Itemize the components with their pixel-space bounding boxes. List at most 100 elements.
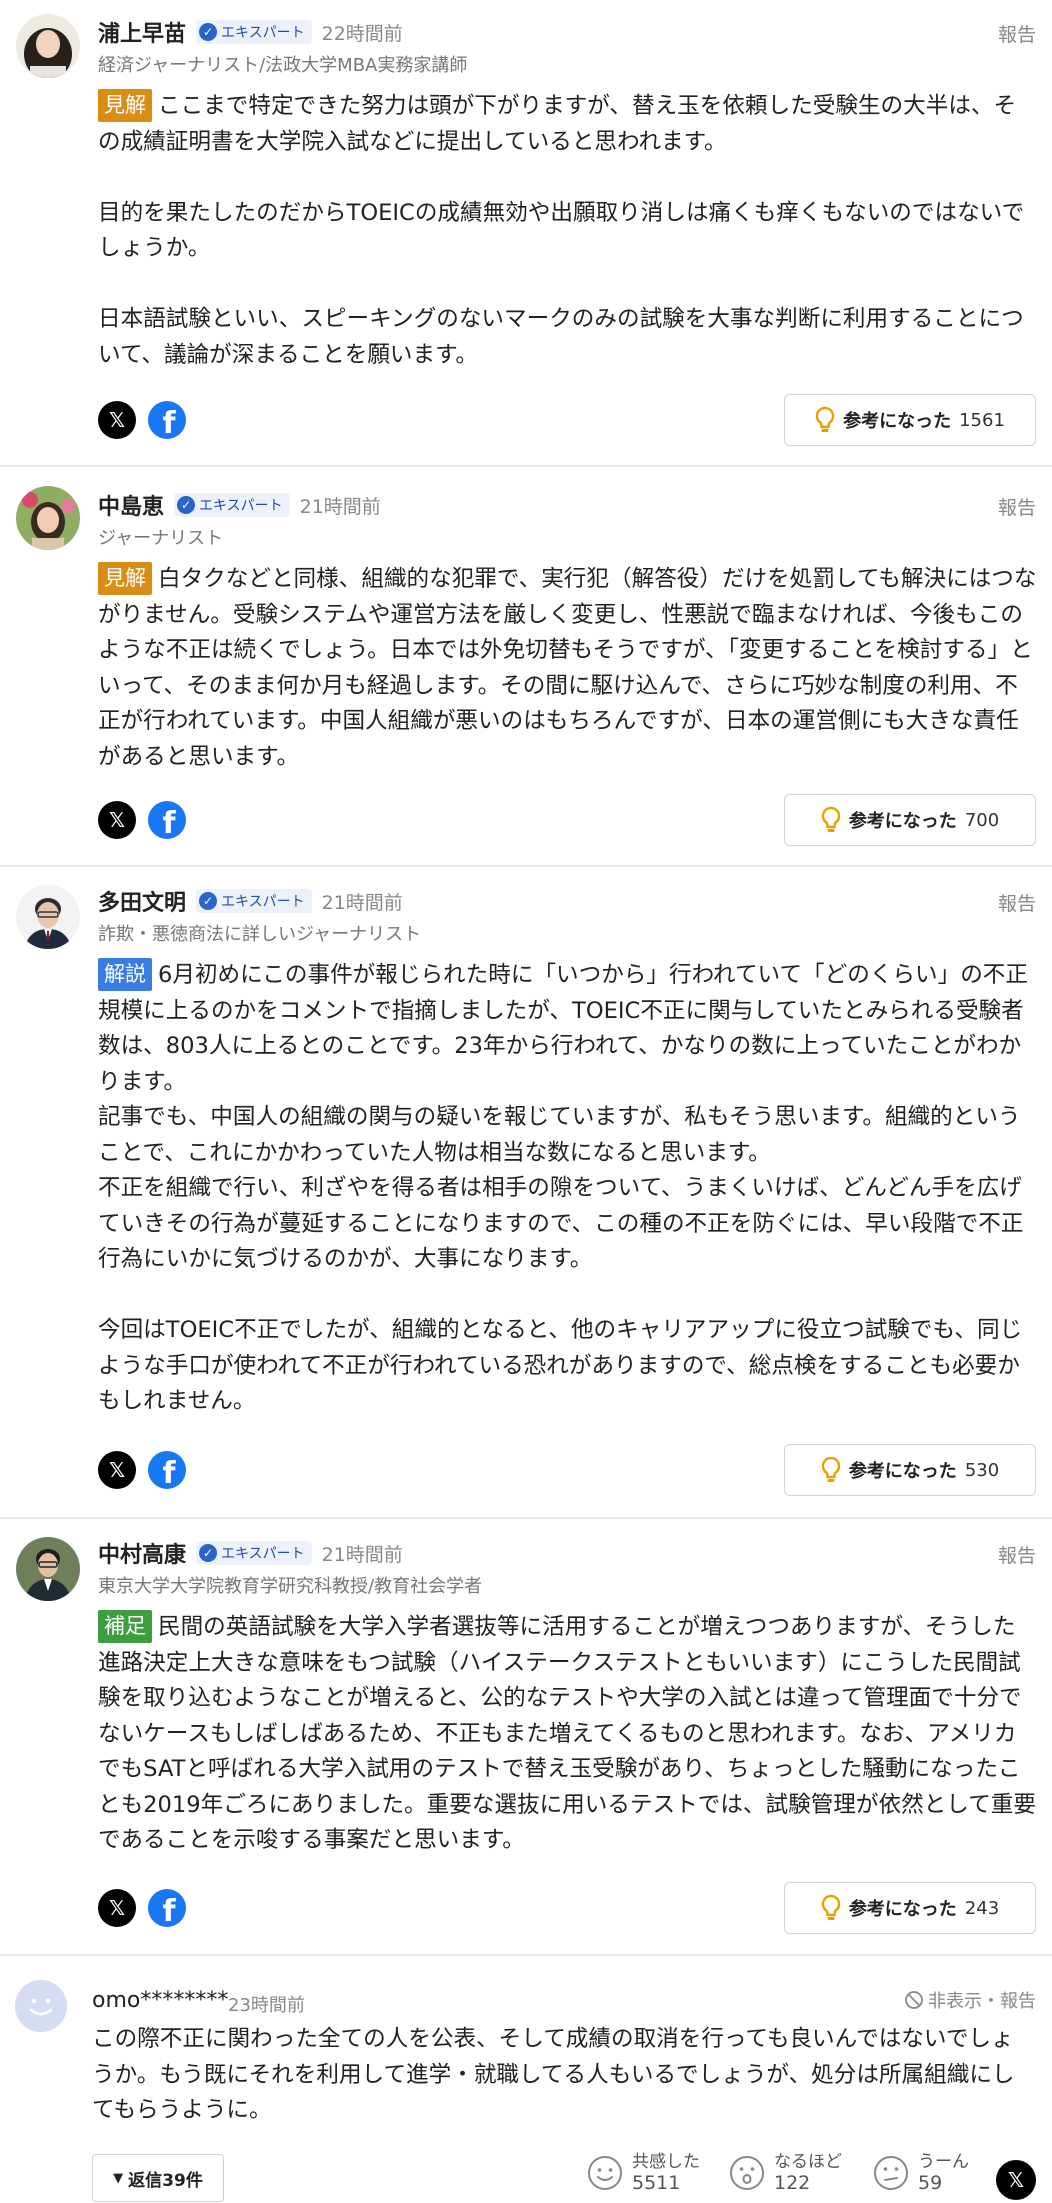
report-link[interactable]: 報告 [998, 1541, 1036, 1568]
x-share-icon[interactable]: 𝕏 [98, 401, 136, 439]
helpful-count: 1561 [959, 409, 1005, 431]
author-title: 詐欺・悪徳商法に詳しいジャーナリスト [98, 924, 422, 945]
timestamp: 21時間前 [299, 495, 381, 518]
reaction-count: 122 [774, 2172, 811, 2194]
default-avatar-icon [15, 1980, 67, 2032]
timestamp: 21時間前 [321, 891, 403, 914]
hide-report-label: 非表示・報告 [928, 1991, 1036, 2012]
helpful-button[interactable]: 参考になった 243 [784, 1882, 1036, 1934]
share-buttons: 𝕏 f [98, 801, 186, 839]
comment-paragraph: 白タクなどと同様、組織的な犯罪で、実行犯（解答役）だけを処罰しても解決にはつなが… [98, 566, 1037, 770]
timestamp: 22時間前 [321, 22, 403, 45]
helpful-count: 530 [964, 1459, 1000, 1481]
helpful-count: 700 [964, 809, 1000, 831]
thinking-face-icon [874, 2156, 908, 2190]
comment-paragraph: 目的を果たしたのだからTOEICの成績無効や出願取り消しは痛くも痒くもないのでは… [98, 199, 1025, 262]
reaction-insight-button[interactable]: なるほど 122 [728, 2152, 842, 2194]
comment-paragraph: 6月初めにこの事件が報じられた時に「いつから」行われていて「どのくらい」の不正規… [98, 962, 1028, 1095]
lightbulb-icon [815, 406, 835, 432]
author-title: 経済ジャーナリスト/法政大学MBA実務家講師 [98, 55, 468, 76]
x-share-icon[interactable]: 𝕏 [996, 2160, 1036, 2200]
author-name[interactable]: 中村高康 [98, 1537, 186, 1569]
check-icon: ✓ [199, 892, 218, 910]
expert-comment-card: 中村高康 ✓ エキスパート 21時間前 報告 東京大学大学院教育学研究科教授/教育… [0, 1519, 1052, 1956]
author-name[interactable]: omo******** [92, 1988, 228, 2013]
comment-paragraph: 今回はTOEIC不正でしたが、組織的となると、他のキャリアアップに役立つ試験でも… [98, 1317, 1023, 1414]
share-buttons: 𝕏 f [98, 401, 186, 439]
author-title: ジャーナリスト [98, 528, 224, 549]
facebook-share-icon[interactable]: f [148, 401, 186, 439]
author-name[interactable]: 浦上早苗 [98, 16, 186, 48]
facebook-share-icon[interactable]: f [148, 801, 186, 839]
helpful-button[interactable]: 参考になった 1561 [784, 394, 1036, 446]
helpful-button[interactable]: 参考になった 530 [784, 1444, 1036, 1496]
expert-badge: ✓ エキスパート [196, 1541, 312, 1565]
comment-body: 見解 白タクなどと同様、組織的な犯罪で、実行犯（解答役）だけを処罰しても解決にはつ… [98, 562, 1038, 775]
x-share-icon[interactable]: 𝕏 [98, 801, 136, 839]
comment-paragraph: 記事でも、中国人の組織の関与の疑いを報じていますが、私もそう思います。組織的とい… [98, 1104, 1021, 1166]
expert-badge: ✓ エキスパート [196, 20, 312, 44]
badge-label: エキスパート [221, 1546, 305, 1562]
author-name[interactable]: 多田文明 [98, 885, 186, 917]
badge-label: エキスパート [221, 25, 305, 41]
expert-comment-card: 浦上早苗 ✓ エキスパート 22時間前 報告 経済ジャーナリスト/法政大学MBA実… [0, 0, 1052, 467]
comment-header: 中島恵 ✓ エキスパート 21時間前 [98, 489, 381, 521]
facebook-share-icon[interactable]: f [148, 1889, 186, 1927]
caret-down-icon: ▼ [113, 2170, 124, 2186]
reaction-hmm-button[interactable]: うーん 59 [872, 2152, 969, 2194]
comment-header: 浦上早苗 ✓ エキスパート 22時間前 [98, 16, 403, 48]
helpful-label: 参考になった [848, 1461, 957, 1482]
lightbulb-icon [821, 1894, 841, 1920]
timestamp: 21時間前 [321, 1543, 403, 1566]
report-link[interactable]: 報告 [998, 889, 1036, 916]
reaction-label: 共感した [632, 2152, 700, 2172]
comment-header: 中村高康 ✓ エキスパート 21時間前 [98, 1537, 403, 1569]
share-buttons: 𝕏 f [98, 1889, 186, 1927]
check-icon: ✓ [177, 496, 196, 514]
smile-face-icon [588, 2156, 622, 2190]
replies-button[interactable]: ▼ 返信39件 [92, 2154, 224, 2202]
reaction-label: うーん [918, 2152, 969, 2172]
helpful-label: 参考になった [848, 811, 957, 832]
reaction-label: なるほど [774, 2152, 842, 2172]
avatar[interactable] [16, 486, 80, 550]
share-buttons: 𝕏 f [98, 1451, 186, 1489]
reaction-count: 5511 [632, 2172, 681, 2194]
comment-type-tag: 補足 [98, 1610, 152, 1643]
comment-paragraph: ここまで特定できた努力は頭が下がりますが、替え玉を依頼した受験生の大半は、その成… [98, 93, 1017, 155]
hide-report-link[interactable]: 非表示・報告 [904, 1987, 1036, 2013]
check-icon: ✓ [199, 23, 218, 41]
avatar[interactable] [16, 14, 80, 78]
timestamp: 23時間前 [228, 1995, 305, 2016]
reaction-empathy-button[interactable]: 共感した 5511 [586, 2152, 700, 2194]
expert-comment-card: 多田文明 ✓ エキスパート 21時間前 報告 詐欺・悪徳商法に詳しいジャーナリスト… [0, 867, 1052, 1519]
comment-paragraph: 日本語試験といい、スピーキングのないマークのみの試験を大事な判断に利用することに… [98, 306, 1024, 368]
comment-paragraph: 民間の英語試験を大学入学者選抜等に活用することが増えつつありますが、そうした進路… [98, 1614, 1036, 1853]
comment-paragraph: 不正を組織で行い、利ざやを得る者は相手の隙をついて、うまくいけば、どんどん手を広… [98, 1175, 1024, 1272]
reaction-count: 59 [918, 2172, 943, 2194]
badge-label: エキスパート [199, 498, 283, 514]
author-title: 東京大学大学院教育学研究科教授/教育社会学者 [98, 1576, 483, 1597]
avatar[interactable] [16, 885, 80, 949]
badge-label: エキスパート [221, 894, 305, 910]
surprised-face-icon [730, 2156, 764, 2190]
helpful-label: 参考になった [843, 411, 952, 432]
report-link[interactable]: 報告 [998, 20, 1036, 47]
author-name[interactable]: 中島恵 [98, 489, 164, 521]
expert-badge: ✓ エキスパート [174, 493, 290, 517]
replies-label: 返信39件 [128, 2170, 203, 2191]
comment-type-tag: 解説 [98, 958, 152, 991]
comment-body: この際不正に関わった全ての人を公表、そして成績の取消を行っても良いんではないでし… [92, 2026, 1015, 2123]
avatar[interactable] [15, 1980, 67, 2032]
report-link[interactable]: 報告 [998, 493, 1036, 520]
lightbulb-icon [821, 806, 841, 832]
x-share-icon[interactable]: 𝕏 [98, 1889, 136, 1927]
check-icon: ✓ [199, 1544, 218, 1562]
avatar[interactable] [16, 1537, 80, 1601]
helpful-button[interactable]: 参考になった 700 [784, 794, 1036, 846]
comment-body: 解説 6月初めにこの事件が報じられた時に「いつから」行われていて「どのくらい」の不… [98, 958, 1038, 1420]
user-comment-card: omo******** 23時間前 非表示・報告 この際不正に関わった全ての人を… [0, 1956, 1052, 2203]
comment-body: 見解 ここまで特定できた努力は頭が下がりますが、替え玉を依頼した受験生の大半は、そ… [98, 89, 1038, 373]
facebook-share-icon[interactable]: f [148, 1451, 186, 1489]
x-share-icon[interactable]: 𝕏 [98, 1451, 136, 1489]
